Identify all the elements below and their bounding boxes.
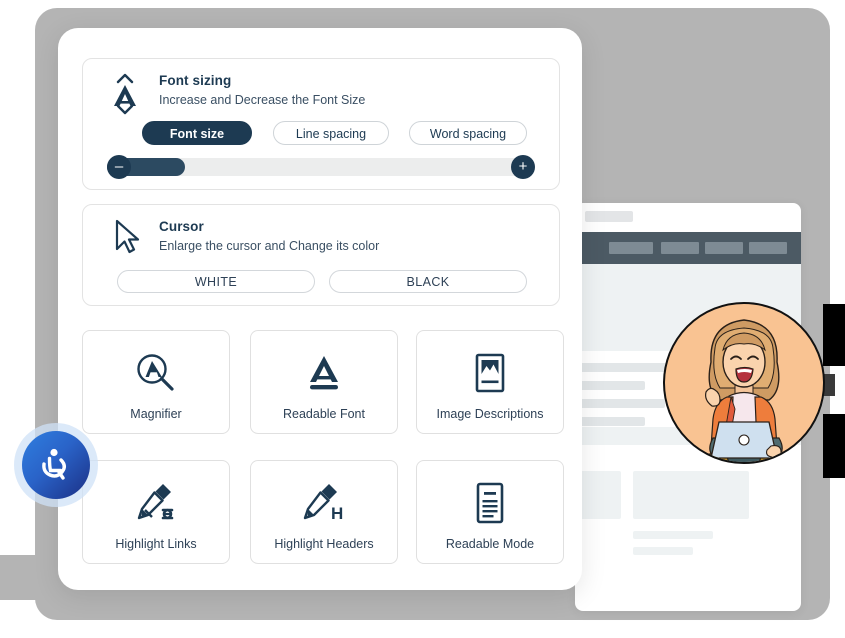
site-nav-item[interactable] [705,242,743,254]
site-text-line [575,381,645,390]
font-sizing-title: Font sizing [159,73,232,88]
font-sizing-section: Font sizing Increase and Decrease the Fo… [82,58,560,190]
edge-bar-shape [823,414,845,478]
tile-label: Highlight Links [115,537,197,551]
tile-readable-mode[interactable]: Readable Mode [416,460,564,564]
font-size-arrows-icon [105,72,145,116]
decrease-font-size-button[interactable]: – [107,155,131,179]
site-nav-item[interactable] [661,242,699,254]
woman-with-laptop-illustration [663,302,825,464]
font-size-slider[interactable]: – + [107,155,535,179]
site-text-line [633,531,713,539]
site-nav-item[interactable] [609,242,653,254]
accessibility-wheelchair-icon [22,431,90,499]
site-text-line [575,399,665,408]
highlighter-h-icon: H [251,479,397,527]
edge-bar-shape [823,304,845,366]
word-spacing-tab[interactable]: Word spacing [409,121,527,145]
site-text-line [633,547,693,555]
tile-label: Image Descriptions [436,407,544,421]
site-nav-item[interactable] [749,242,787,254]
cursor-subtitle: Enlarge the cursor and Change its color [159,239,380,253]
cursor-section: Cursor Enlarge the cursor and Change its… [82,204,560,306]
site-content-block [633,471,749,519]
svg-text:H: H [331,504,343,523]
accessibility-widget-panel: Font sizing Increase and Decrease the Fo… [58,28,582,590]
site-text-line [575,417,645,426]
tile-label: Readable Font [282,407,365,421]
site-logo-placeholder [585,211,633,222]
tile-label: Magnifier [130,407,182,421]
magnifier-a-icon [83,349,229,397]
site-navbar [575,232,801,264]
font-size-tab[interactable]: Font size [142,121,252,145]
image-frame-icon [417,349,563,397]
tile-label: Readable Mode [445,537,535,551]
cursor-color-black-button[interactable]: BLACK [329,270,527,293]
mouse-pointer-icon [105,215,145,259]
screen: Font sizing Increase and Decrease the Fo… [0,0,845,638]
highlighter-link-icon [83,479,229,527]
tile-image-descriptions[interactable]: Image Descriptions [416,330,564,434]
cursor-title: Cursor [159,219,204,234]
tile-magnifier[interactable]: Magnifier [82,330,230,434]
font-sizing-subtitle: Increase and Decrease the Font Size [159,93,366,107]
tile-readable-font[interactable]: Readable Font [250,330,398,434]
increase-font-size-button[interactable]: + [511,155,535,179]
accessibility-launcher-button[interactable] [14,423,98,507]
document-lines-icon [417,479,563,527]
line-spacing-tab[interactable]: Line spacing [273,121,389,145]
tile-label: Highlight Headers [274,537,374,551]
readable-font-a-icon [251,349,397,397]
tile-highlight-headers[interactable]: H Highlight Headers [250,460,398,564]
cursor-color-white-button[interactable]: WHITE [117,270,315,293]
tile-highlight-links[interactable]: Highlight Links [82,460,230,564]
site-text-line [575,363,667,372]
